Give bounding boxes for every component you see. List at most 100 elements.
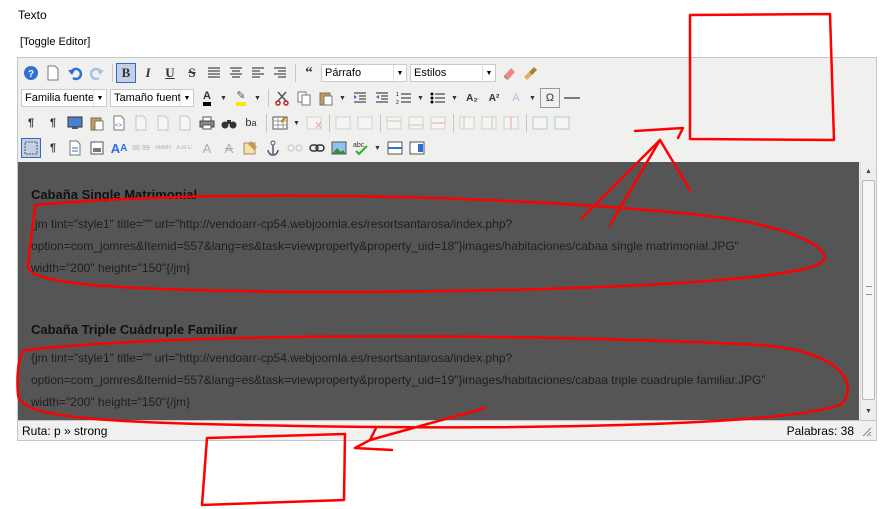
spellcheck-icon[interactable]: abc [351,138,371,158]
chevron-down-icon[interactable]: ▼ [253,89,262,107]
template-icon[interactable] [175,113,195,133]
vertical-scrollbar[interactable]: ▲ ▼ [860,162,876,420]
outdent-icon[interactable] [372,88,392,108]
page-break-icon[interactable] [385,138,405,158]
eraser-icon[interactable] [499,63,519,83]
horizontal-rule-icon[interactable] [562,88,582,108]
readmore-icon[interactable] [407,138,427,158]
find-icon[interactable] [219,113,239,133]
italic-button[interactable]: I [138,63,158,83]
acronym-icon[interactable]: A.B.C. [175,138,195,158]
shortcode-line: {jm tint="style1" title="" url="http://v… [31,217,513,231]
cite-icon[interactable]: 66 99 [131,138,151,158]
editor-content-area[interactable]: Cabaña Single Matrimonial {jm tint="styl… [18,162,859,420]
font-family-select[interactable]: Familia fuente ▼ [21,89,107,107]
ordered-list-icon[interactable]: 12 [394,88,414,108]
format-select[interactable]: Párrafo ▼ [321,64,407,82]
abbr-icon[interactable]: ABBR [153,138,173,158]
unlink-icon[interactable] [285,138,305,158]
cut-icon[interactable] [272,88,292,108]
cleanup-brush-icon[interactable] [521,63,541,83]
chevron-down-icon[interactable]: ▼ [450,89,459,107]
chevron-down-icon: ▼ [393,65,406,81]
subscript-button[interactable]: A₂ [462,88,482,108]
align-justify-icon[interactable] [204,63,224,83]
table-cell-props-icon[interactable] [355,113,375,133]
toolbar-row-4: ¶ AA 66 99 ABBR A.B.C. A A abc ▼ [21,136,429,160]
bold-button[interactable]: B [116,63,136,83]
attributes-icon[interactable] [241,138,261,158]
text-style-icon[interactable]: AA [109,138,129,158]
new-document-icon[interactable] [43,63,63,83]
toolbar-row-3: ¶ ¶ <> ba ▼ [21,111,574,135]
chevron-down-icon[interactable]: ▼ [219,89,228,107]
chevron-down-icon[interactable]: ▼ [416,89,425,107]
chevron-down-icon[interactable]: ▼ [292,114,301,132]
merge-cells-icon[interactable] [552,113,572,133]
highlight-color-button[interactable]: ✎ [231,88,251,108]
insert-text-icon[interactable]: A [197,138,217,158]
align-left-icon[interactable] [248,63,268,83]
undo-icon[interactable] [65,63,85,83]
insert-layer-icon[interactable] [87,138,107,158]
replace-icon[interactable]: ba [241,113,261,133]
svg-text:1: 1 [396,92,399,98]
col-before-icon[interactable] [457,113,477,133]
paste-text-icon[interactable] [87,113,107,133]
superscript-button[interactable]: A² [484,88,504,108]
align-center-icon[interactable] [226,63,246,83]
visual-aid-icon[interactable] [21,138,41,158]
style-props-icon[interactable]: A [506,88,526,108]
delete-text-icon[interactable]: A [219,138,239,158]
styles-select[interactable]: Estilos ▼ [410,64,496,82]
help-icon[interactable]: ? [21,63,41,83]
font-size-select[interactable]: Tamaño fuente ▼ [110,89,194,107]
word-count: Palabras: 38 [786,423,854,438]
show-blocks-icon[interactable]: ¶ [43,138,63,158]
special-character-button[interactable]: Ω [540,88,560,108]
unordered-list-icon[interactable] [428,88,448,108]
ltr-icon[interactable]: ¶ [21,113,41,133]
toolbar-separator [268,89,269,107]
paste-word-icon[interactable] [131,113,151,133]
shortcode-line: width="200" height="150"{/jm} [31,395,191,409]
paste-icon[interactable] [316,88,336,108]
scrollbar-thumb[interactable] [862,180,875,400]
fullscreen-icon[interactable] [65,113,85,133]
scroll-down-icon[interactable]: ▼ [862,404,875,418]
copy-icon[interactable] [294,88,314,108]
row-before-icon[interactable] [384,113,404,133]
chevron-down-icon[interactable]: ▼ [373,139,382,157]
chevron-down-icon[interactable]: ▼ [528,89,537,107]
svg-text:?: ? [28,69,34,80]
delete-col-icon[interactable] [501,113,521,133]
rtl-icon[interactable]: ¶ [43,113,63,133]
resize-handle-icon[interactable] [860,425,872,437]
toggle-editor-link[interactable]: [Toggle Editor] [20,36,90,48]
heading-triple-familiar: Cabaña Triple Cuádruple Familiar [31,322,238,337]
col-after-icon[interactable] [479,113,499,133]
image-icon[interactable] [329,138,349,158]
underline-button[interactable]: U [160,63,180,83]
scroll-up-icon[interactable]: ▲ [862,164,875,178]
table-row-props-icon[interactable] [333,113,353,133]
styleprops-icon[interactable] [65,138,85,158]
source-code-icon[interactable]: <> [109,113,129,133]
blockquote-icon[interactable]: “ [299,63,319,83]
svg-text:2: 2 [396,100,399,105]
link-icon[interactable] [307,138,327,158]
delete-row-icon[interactable] [428,113,448,133]
indent-icon[interactable] [350,88,370,108]
align-right-icon[interactable] [270,63,290,83]
strikethrough-button[interactable]: S [182,63,202,83]
split-cells-icon[interactable] [530,113,550,133]
chevron-down-icon[interactable]: ▼ [338,89,347,107]
redo-icon[interactable] [87,63,107,83]
print-icon[interactable] [197,113,217,133]
insert-table-icon[interactable] [270,113,290,133]
delete-table-icon[interactable] [304,113,324,133]
row-after-icon[interactable] [406,113,426,133]
edit-icon[interactable] [153,113,173,133]
font-color-button[interactable]: A [197,88,217,108]
anchor-icon[interactable] [263,138,283,158]
